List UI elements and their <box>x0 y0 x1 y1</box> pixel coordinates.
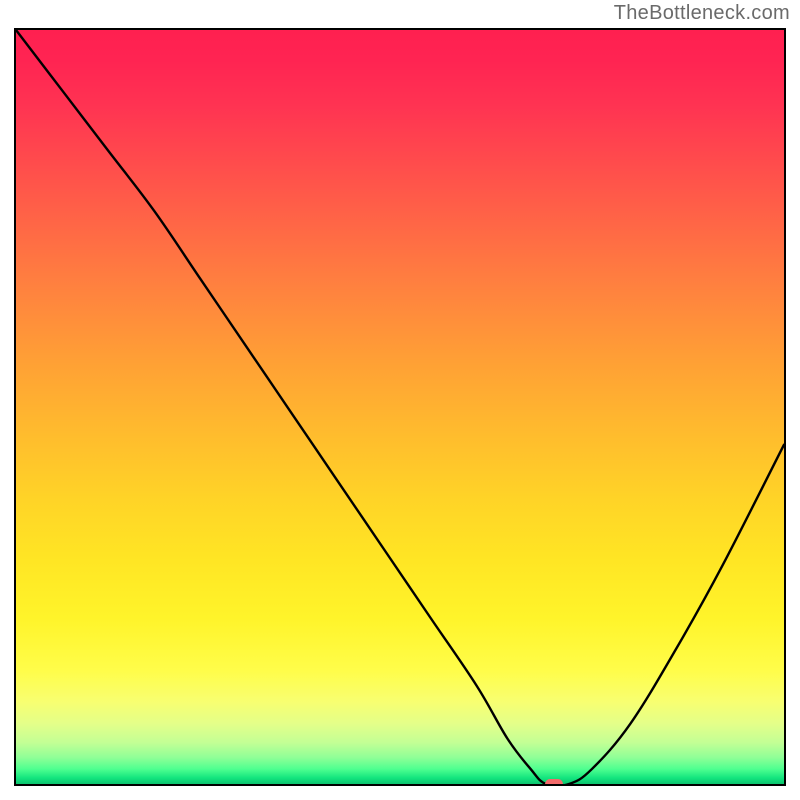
chart-container: TheBottleneck.com <box>0 0 800 800</box>
watermark-text: TheBottleneck.com <box>614 2 790 25</box>
chart-plot-area <box>14 28 786 786</box>
bottleneck-curve-path <box>16 30 784 784</box>
curve-layer <box>16 30 784 784</box>
optimal-point-marker <box>545 779 563 786</box>
